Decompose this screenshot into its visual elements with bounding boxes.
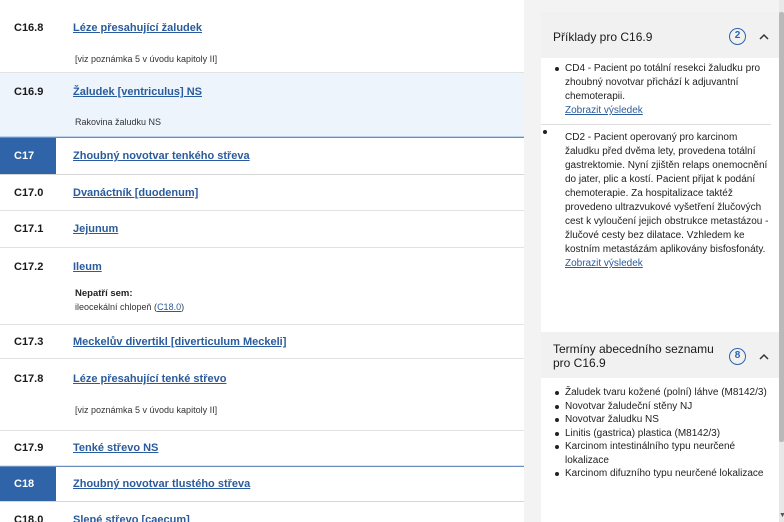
excludes-label: Nepatří sem: xyxy=(75,288,133,299)
code-row-c17-2: C17.2 Ileum Nepatří sem: ileocekální chl… xyxy=(0,248,524,325)
code-row-c17-3: C17.3 Meckelův divertikl [diverticulum M… xyxy=(0,325,524,359)
code-row-c17: C17 Zhoubný novotvar tenkého střeva xyxy=(0,137,524,175)
example-item: CD2 - Pacient operovaný pro karcinom žal… xyxy=(541,124,771,271)
code-number: C16.9 xyxy=(14,86,44,98)
code-note: [viz poznámka 5 v úvodu kapitoly II] xyxy=(75,405,218,415)
code-row-c18: C18 Zhoubný novotvar tlustého střeva xyxy=(0,466,524,502)
terms-list: Žaludek tvaru kožené (polní) láhve (M814… xyxy=(553,386,771,481)
examples-title: Příklady pro C16.9 xyxy=(553,30,653,44)
examples-header[interactable]: Příklady pro C16.9 2 xyxy=(541,12,779,58)
code-number: C17.0 xyxy=(14,187,44,199)
code-row-c16-9: C16.9 Žaludek [ventriculus] NS Rakovina … xyxy=(0,73,524,137)
term-item: Karcinom intestinálního typu neurčené lo… xyxy=(553,440,771,467)
code-number: C17.3 xyxy=(14,336,44,348)
example-text: CD4 - Pacient po totální resekci žaludku… xyxy=(565,63,761,102)
terms-count-badge: 8 xyxy=(729,348,746,365)
term-item: Novotvar žaludku NS xyxy=(553,413,771,427)
scrollbar-thumb[interactable] xyxy=(779,12,784,442)
code-row-c16-8: C16.8 Léze přesahující žaludek [viz pozn… xyxy=(0,0,524,73)
code-title-link[interactable]: Žaludek [ventriculus] NS xyxy=(73,86,202,98)
code-number: C17.2 xyxy=(14,261,44,273)
code-number: C17.8 xyxy=(14,373,44,385)
code-note: [viz poznámka 5 v úvodu kapitoly II] xyxy=(75,54,218,64)
code-number: C17.1 xyxy=(14,223,44,235)
code-number: C17.9 xyxy=(14,442,44,454)
code-title-link[interactable]: Léze přesahující tenké střevo xyxy=(73,373,226,385)
code-row-c17-1: C17.1 Jejunum xyxy=(0,211,524,248)
show-result-link[interactable]: Zobrazit výsledek xyxy=(565,104,771,118)
terms-header[interactable]: Termíny abecedního seznamu pro C16.9 8 xyxy=(541,332,779,378)
code-title-link[interactable]: Ileum xyxy=(73,261,102,273)
side-panel: Příklady pro C16.9 2 CD4 - Pacient po to… xyxy=(541,12,779,522)
code-title-link[interactable]: Jejunum xyxy=(73,223,118,235)
code-title-link[interactable]: Dvanáctník [duodenum] xyxy=(73,187,198,199)
term-item: Žaludek tvaru kožené (polní) láhve (M814… xyxy=(553,386,771,400)
examples-count-badge: 2 xyxy=(729,28,746,45)
code-row-c17-0: C17.0 Dvanáctník [duodenum] xyxy=(0,175,524,211)
code-row-c17-9: C17.9 Tenké střevo NS xyxy=(0,431,524,466)
scrollbar[interactable]: ▼ xyxy=(779,0,784,522)
code-number: C17 xyxy=(0,138,56,174)
code-list: C16.8 Léze přesahující žaludek [viz pozn… xyxy=(0,0,524,522)
code-row-c18-0: C18.0 Slepé střevo [caecum] xyxy=(0,502,524,522)
chevron-up-icon[interactable] xyxy=(757,30,771,44)
code-title-link[interactable]: Zhoubný novotvar tlustého střeva xyxy=(73,478,250,490)
code-title-link[interactable]: Léze přesahující žaludek xyxy=(73,22,202,34)
code-title-link[interactable]: Zhoubný novotvar tenkého střeva xyxy=(73,150,250,162)
excludes-text: ileocekální chlopeň ( xyxy=(75,302,158,312)
examples-list: CD4 - Pacient po totální resekci žaludku… xyxy=(541,62,771,277)
code-number: C16.8 xyxy=(14,22,44,34)
chevron-up-icon[interactable] xyxy=(757,350,771,364)
example-text: CD2 - Pacient operovaný pro karcinom žal… xyxy=(565,132,769,255)
scroll-down-icon[interactable]: ▼ xyxy=(779,512,784,520)
code-note: Rakovina žaludku NS xyxy=(75,117,162,127)
code-number: C18 xyxy=(0,467,56,501)
code-title-link[interactable]: Tenké střevo NS xyxy=(73,442,158,454)
excludes-code-link[interactable]: C18.0 xyxy=(157,302,181,312)
show-result-link[interactable]: Zobrazit výsledek xyxy=(565,257,771,271)
excludes-text-end: ) xyxy=(181,302,185,312)
terms-title: Termíny abecedního seznamu pro C16.9 xyxy=(553,342,714,370)
code-title-link[interactable]: Meckelův divertikl [diverticulum Meckeli… xyxy=(73,336,286,348)
code-row-c17-8: C17.8 Léze přesahující tenké střevo [viz… xyxy=(0,359,524,431)
example-item: CD4 - Pacient po totální resekci žaludku… xyxy=(553,62,771,118)
code-number: C18.0 xyxy=(14,514,44,522)
excludes-note: ileocekální chlopeň (C18.0) xyxy=(75,302,184,312)
term-item: Novotvar žaludeční stěny NJ xyxy=(553,400,771,414)
code-title-link[interactable]: Slepé střevo [caecum] xyxy=(73,514,190,522)
term-item: Linitis (gastrica) plastica (M8142/3) xyxy=(553,427,771,441)
term-item: Karcinom difuzního typu neurčené lokaliz… xyxy=(553,467,771,481)
